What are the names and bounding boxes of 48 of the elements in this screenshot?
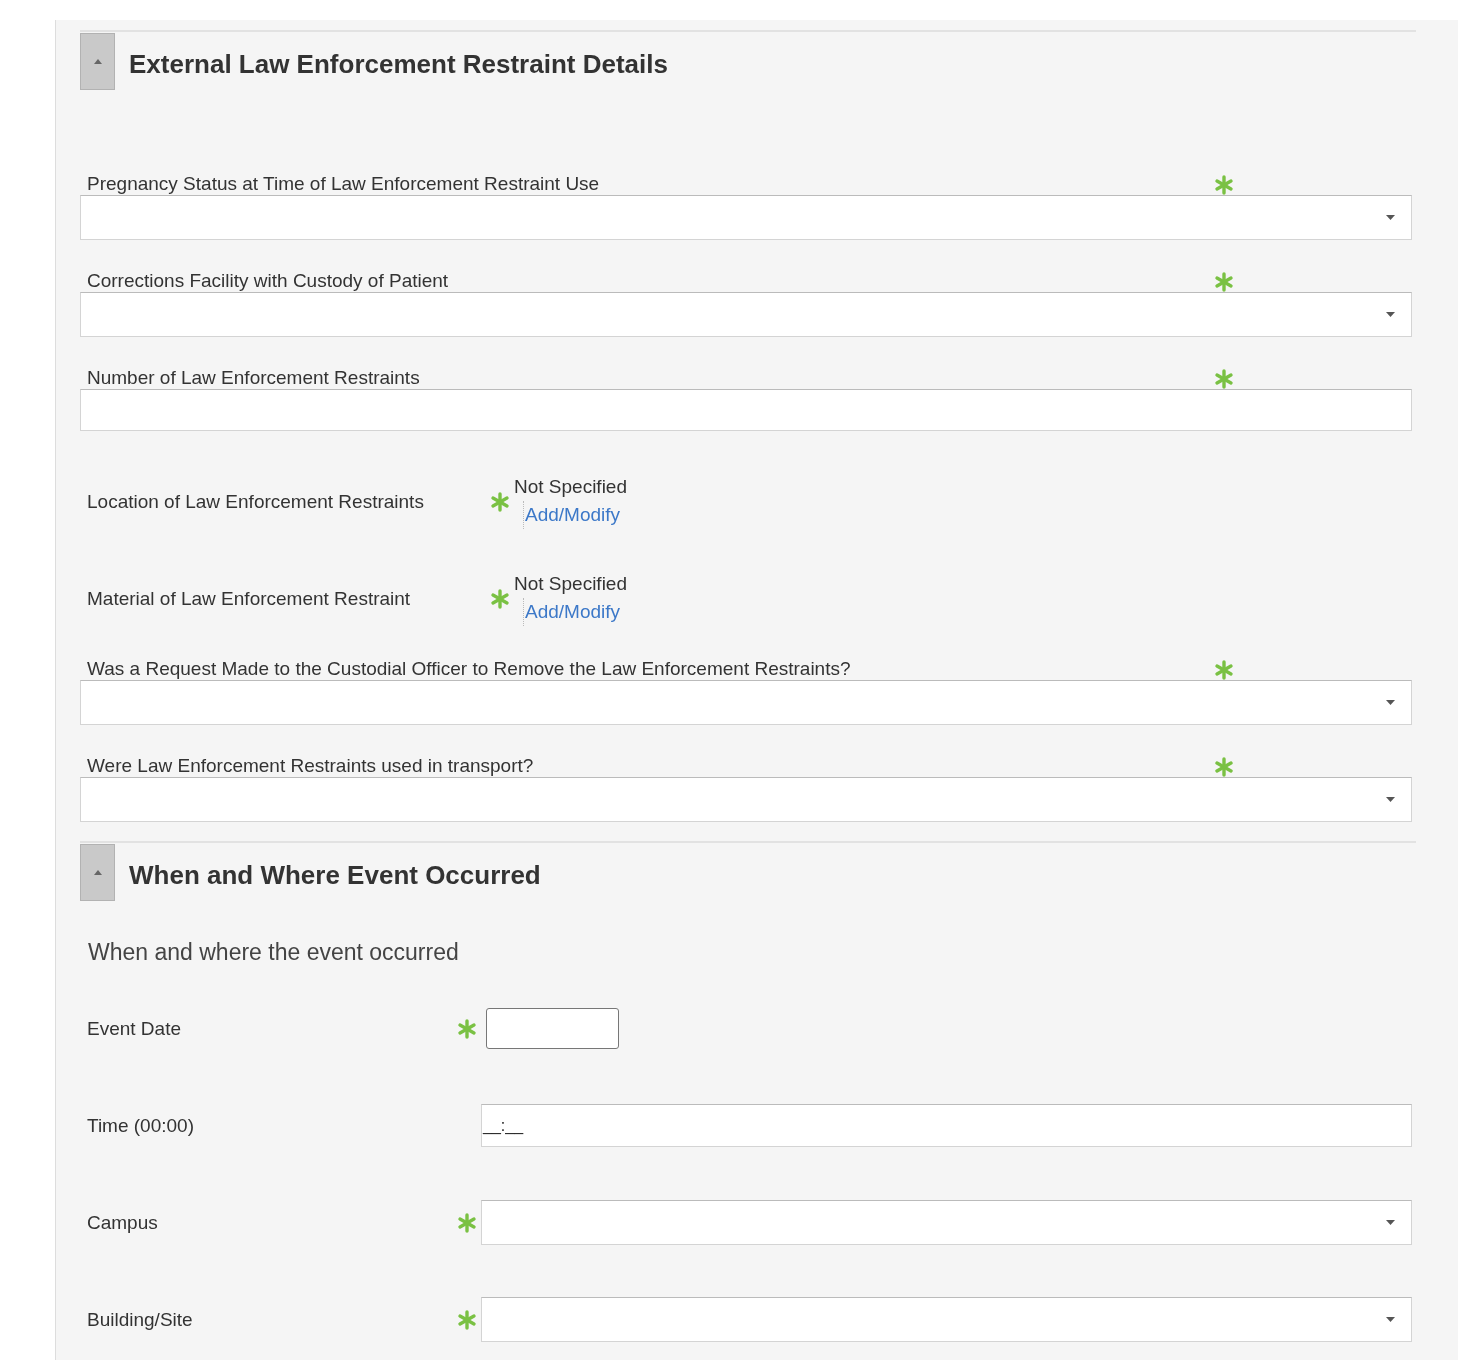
field-label: Were Law Enforcement Restraints used in transport? [87,755,534,777]
time-field[interactable]: __:__ [481,1104,1412,1147]
field-label: Corrections Facility with Custody of Patient [87,270,449,292]
required-asterisk-icon [1214,660,1234,680]
field-label: Number of Law Enforcement Restraints [87,367,420,389]
field-label: Building/Site [86,1308,194,1331]
required-asterisk-icon [1214,175,1234,195]
caret-icon [1386,1317,1395,1322]
field-label: Location of Law Enforcement Restraints [86,490,425,513]
input-field[interactable] [80,389,1412,431]
dropdown-field[interactable] [481,1200,1412,1245]
required-asterisk-icon [457,1212,477,1233]
section-description: When and where the event occurred [88,939,460,966]
field-value: Not Specified [514,571,627,596]
required-asterisk-icon [457,1018,477,1039]
field-value: Not Specified [514,474,627,499]
required-asterisk-icon [1214,272,1234,292]
field-label: Event Date [86,1017,182,1040]
collapse-toggle[interactable] [80,33,115,90]
dropdown-field[interactable] [80,195,1412,240]
section-title: External Law Enforcement Restraint Details [129,49,668,80]
caret-icon [1386,797,1395,802]
date-field[interactable] [486,1008,619,1049]
caret-icon [93,870,102,875]
field-label: Material of Law Enforcement Restraint [86,587,412,610]
dropdown-field[interactable] [80,680,1412,725]
dropdown-field[interactable] [80,777,1412,822]
field-label: Pregnancy Status at Time of Law Enforcement Restraint Use [87,173,600,195]
caret-icon [1386,215,1395,220]
field-label: Time (00:00) [86,1114,195,1137]
required-asterisk-icon [1214,757,1234,777]
section-title: When and Where Event Occurred [129,860,541,891]
required-asterisk-icon [457,1309,477,1330]
required-asterisk-icon [490,588,510,609]
time-value: __:__ [482,1116,524,1135]
add-modify-link[interactable]: Add/Modify [523,597,621,626]
dropdown-field[interactable] [481,1297,1412,1342]
caret-icon [1386,312,1395,317]
collapse-toggle[interactable] [80,844,115,901]
dropdown-field[interactable] [80,292,1412,337]
add-modify-link[interactable]: Add/Modify [523,500,621,529]
caret-icon [1386,700,1395,705]
caret-icon [93,59,102,64]
required-asterisk-icon [490,491,510,512]
required-asterisk-icon [1214,369,1234,389]
field-label: Was a Request Made to the Custodial Officer to Remove the Law Enforcement Restraints? [87,658,851,680]
caret-icon [1386,1220,1395,1225]
field-label: Campus [86,1211,159,1234]
